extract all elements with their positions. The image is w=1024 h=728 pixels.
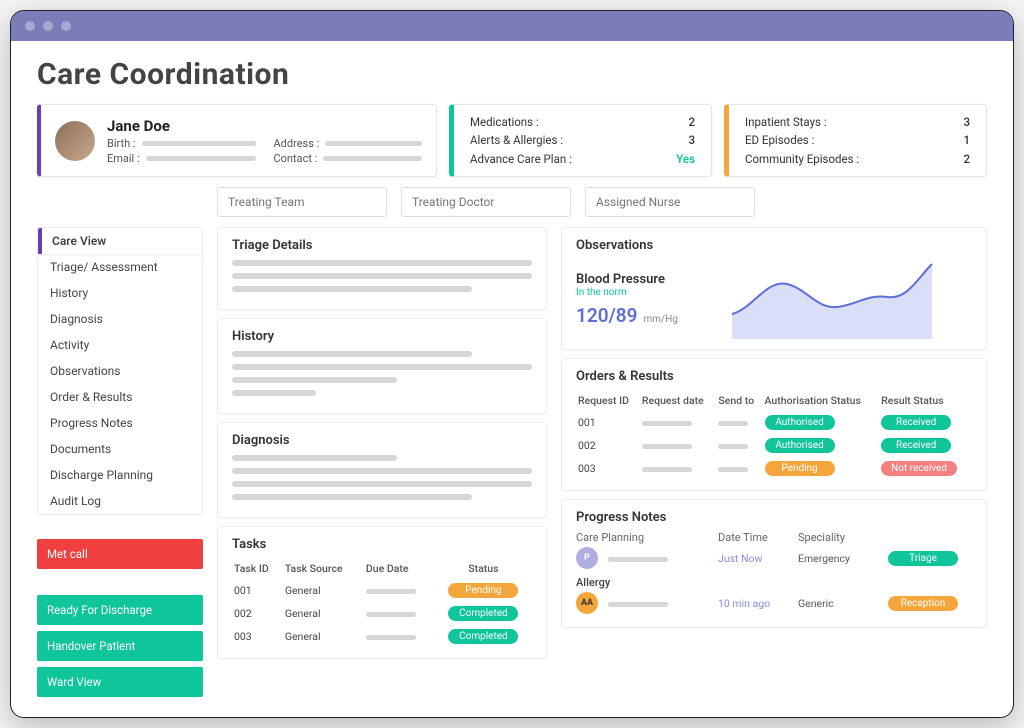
app-window: Care Coordination Jane Doe Birth : Addre…: [10, 10, 1014, 718]
titlebar: [11, 11, 1013, 41]
task-row[interactable]: 001GeneralPending: [232, 579, 532, 602]
nav-documents[interactable]: Documents: [38, 436, 202, 462]
assigned-nurse-input[interactable]: [585, 187, 755, 217]
met-call-button[interactable]: Met call: [37, 539, 203, 569]
nav-observations[interactable]: Observations: [38, 358, 202, 384]
orders-table: Request ID Request date Send to Authoris…: [576, 390, 972, 480]
window-dot: [25, 21, 35, 31]
page-title: Care Coordination: [37, 57, 987, 92]
progress-row[interactable]: AA 10 min ago Generic Reception: [576, 589, 972, 617]
avatar: [55, 121, 95, 161]
medications-card: Medications :2 Alerts & Allergies :3 Adv…: [449, 104, 712, 177]
bp-value: 120/89: [576, 304, 638, 327]
order-row[interactable]: 002AuthorisedReceived: [576, 434, 972, 457]
history-section: History: [217, 318, 547, 414]
contact-label: Contact :: [274, 152, 318, 165]
patient-name: Jane Doe: [107, 117, 422, 135]
order-row[interactable]: 003PendingNot received: [576, 457, 972, 480]
nav-audit[interactable]: Audit Log: [38, 488, 202, 514]
progress-row[interactable]: P Just Now Emergency Triage: [576, 544, 972, 572]
task-row[interactable]: 003GeneralCompleted: [232, 625, 532, 648]
diagnosis-section: Diagnosis: [217, 422, 547, 518]
handover-button[interactable]: Handover Patient: [37, 631, 203, 661]
nav-triage[interactable]: Triage/ Assessment: [38, 254, 202, 280]
tasks-section: Tasks Task ID Task Source Due Date Statu…: [217, 526, 547, 659]
side-nav: Care View Triage/ Assessment History Dia…: [37, 227, 203, 515]
episodes-card: Inpatient Stays :3 ED Episodes :1 Commun…: [724, 104, 987, 177]
bp-status: In the norm: [576, 287, 678, 298]
nav-care-view[interactable]: Care View: [38, 228, 202, 254]
nav-discharge[interactable]: Discharge Planning: [38, 462, 202, 488]
triage-section: Triage Details: [217, 227, 547, 310]
nav-orders[interactable]: Order & Results: [38, 384, 202, 410]
window-dot: [43, 21, 53, 31]
orders-section: Orders & Results Request ID Request date…: [561, 358, 987, 491]
patient-card: Jane Doe Birth : Address : Email : Conta…: [37, 104, 437, 177]
ready-discharge-button[interactable]: Ready For Discharge: [37, 595, 203, 625]
nav-activity[interactable]: Activity: [38, 332, 202, 358]
nav-progress[interactable]: Progress Notes: [38, 410, 202, 436]
bp-chart: [692, 259, 972, 339]
nav-diagnosis[interactable]: Diagnosis: [38, 306, 202, 332]
nav-history[interactable]: History: [38, 280, 202, 306]
note-avatar-icon: AA: [576, 592, 598, 614]
birth-label: Birth :: [107, 137, 136, 150]
progress-section: Progress Notes Care Planning Date Time S…: [561, 499, 987, 628]
treating-doctor-input[interactable]: [401, 187, 571, 217]
bp-label: Blood Pressure: [576, 272, 678, 287]
treating-team-input[interactable]: [217, 187, 387, 217]
window-dot: [61, 21, 71, 31]
order-row[interactable]: 001AuthorisedReceived: [576, 411, 972, 434]
tasks-table: Task ID Task Source Due Date Status 001G…: [232, 558, 532, 648]
address-label: Address :: [274, 137, 320, 150]
observations-section: Observations Blood Pressure In the norm …: [561, 227, 987, 350]
note-avatar-icon: P: [576, 547, 598, 569]
task-row[interactable]: 002GeneralCompleted: [232, 602, 532, 625]
email-label: Email :: [107, 152, 140, 165]
ward-view-button[interactable]: Ward View: [37, 667, 203, 697]
